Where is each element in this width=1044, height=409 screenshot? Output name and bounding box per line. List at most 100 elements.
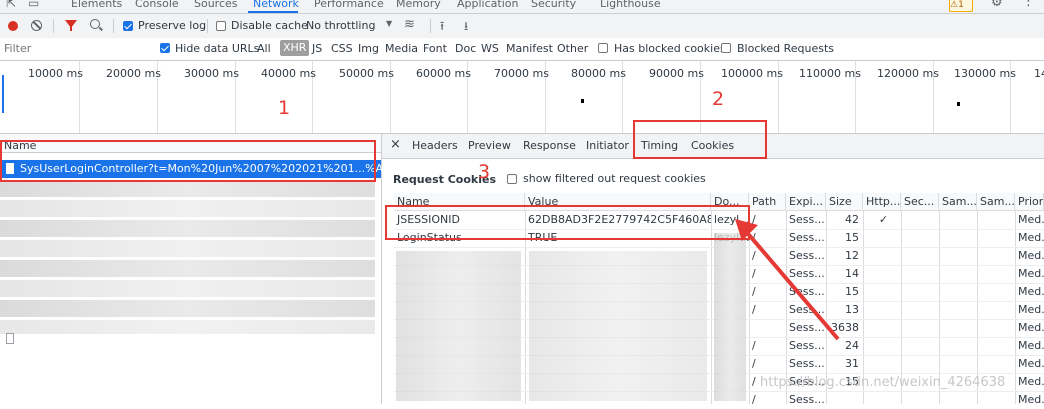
inspect-icon[interactable]: ⇱	[6, 0, 16, 10]
cookie-priority: Med...	[1018, 393, 1044, 406]
blurred-request-row	[0, 200, 375, 217]
column-header-expires[interactable]: Expi...	[786, 193, 826, 211]
disable-cache-checkbox[interactable]	[216, 21, 226, 31]
preserve-log-checkbox[interactable]	[123, 21, 133, 31]
devtools-tab-strip: ⇱ ▭ Elements Console Sources Network Per…	[0, 0, 1044, 14]
type-filter-all[interactable]: All	[257, 42, 271, 56]
blocked-requests-label: Blocked Requests	[737, 42, 835, 55]
timeline-tick: 110000 ms	[799, 67, 861, 80]
cookie-size: 31	[845, 357, 859, 370]
timeline-overview[interactable]: 10000 ms 20000 ms 30000 ms 40000 ms 5000…	[0, 61, 1044, 134]
timeline-tick: 80000 ms	[571, 67, 626, 80]
warning-badge[interactable]: ⚠1	[949, 0, 973, 12]
timeline-tick: 14	[1034, 67, 1044, 80]
tab-response[interactable]: Response	[523, 139, 576, 152]
search-icon[interactable]	[90, 19, 103, 31]
blocked-requests-checkbox[interactable]	[721, 43, 731, 53]
network-conditions-icon[interactable]: ≋	[404, 17, 415, 32]
blurred-cookie-names	[396, 251, 521, 401]
cookie-priority: Med...	[1018, 267, 1044, 280]
timeline-tick: 50000 ms	[339, 67, 394, 80]
column-header-sameparty[interactable]: Sam...	[977, 193, 1015, 211]
hide-data-urls-checkbox[interactable]	[160, 43, 170, 53]
type-filter-css[interactable]: CSS	[331, 42, 353, 56]
type-filter-media[interactable]: Media	[385, 42, 418, 56]
cookie-priority: Med...	[1018, 285, 1044, 298]
active-tab-indicator	[248, 11, 298, 13]
cookie-priority: Med...	[1018, 303, 1044, 316]
timeline-tick: 20000 ms	[106, 67, 161, 80]
tab-sources[interactable]: Sources	[194, 0, 238, 13]
column-header-httponly[interactable]: Http...	[863, 193, 901, 211]
timeline-tick: 130000 ms	[954, 67, 1016, 80]
column-header-priority[interactable]: Prior...	[1015, 193, 1044, 211]
annotation-arrow	[735, 219, 840, 341]
column-header-samesite[interactable]: Sam...	[939, 193, 977, 211]
tab-elements[interactable]: Elements	[71, 0, 122, 13]
more-options-icon[interactable]: ⋮	[1022, 0, 1035, 9]
network-filter-bar: Hide data URLs All XHR JS CSS Img Media …	[0, 38, 1044, 61]
tab-initiator[interactable]: Initiator	[586, 139, 629, 152]
export-har-icon[interactable]: ⭳	[464, 17, 468, 38]
timeline-tick: 100000 ms	[721, 67, 783, 80]
blurred-request-row	[0, 240, 375, 257]
has-blocked-cookies-checkbox[interactable]	[598, 43, 608, 53]
timeline-request-mark	[581, 99, 584, 103]
settings-icon[interactable]: ⚙	[991, 0, 1003, 10]
import-har-icon[interactable]: ⭱	[440, 17, 444, 38]
timeline-tick: 90000 ms	[649, 67, 704, 80]
tab-lighthouse[interactable]: Lighthouse	[600, 0, 661, 13]
request-list: Name SysUserLoginController?t=Mon%20Jun%…	[0, 134, 426, 404]
filter-input[interactable]	[2, 41, 156, 56]
type-filter-ws[interactable]: WS	[481, 42, 499, 56]
cookie-priority: Med...	[1018, 249, 1044, 262]
column-header-path[interactable]: Path	[749, 193, 786, 211]
tab-memory[interactable]: Memory	[396, 0, 441, 13]
blurred-request-row	[0, 180, 375, 197]
tab-headers[interactable]: Headers	[412, 139, 458, 152]
timeline-tick: 120000 ms	[877, 67, 939, 80]
tab-performance[interactable]: Performance	[314, 0, 384, 13]
record-icon[interactable]	[8, 21, 18, 31]
timeline-tick: 30000 ms	[184, 67, 239, 80]
column-header-size[interactable]: Size	[826, 193, 863, 211]
type-filter-other[interactable]: Other	[557, 42, 588, 56]
throttling-select[interactable]: No throttling	[306, 19, 375, 33]
timeline-tick: 10000 ms	[28, 67, 83, 80]
hide-data-urls-label: Hide data URLs	[175, 42, 260, 55]
warning-icon: ⚠	[950, 0, 959, 10]
cookie-priority: Med...	[1018, 213, 1044, 226]
clear-icon[interactable]	[31, 20, 42, 31]
blurred-request-row	[0, 260, 375, 277]
tab-preview[interactable]: Preview	[468, 139, 511, 152]
type-filter-img[interactable]: Img	[358, 42, 379, 56]
blurred-request-row	[0, 320, 375, 334]
blurred-cookie-values	[529, 251, 707, 401]
cookie-priority: Med...	[1018, 357, 1044, 370]
blurred-request-row	[0, 220, 375, 237]
timeline-tick: 60000 ms	[416, 67, 471, 80]
type-filter-doc[interactable]: Doc	[455, 42, 476, 56]
close-icon[interactable]: ×	[390, 137, 401, 152]
type-filter-js[interactable]: JS	[312, 42, 322, 56]
cookie-path: /	[752, 357, 756, 370]
type-filter-font[interactable]: Font	[423, 42, 447, 56]
cookie-httponly: ✓	[878, 213, 889, 226]
cookie-priority: Med...	[1018, 375, 1044, 388]
annotation-number-1: 1	[278, 97, 291, 119]
tab-security[interactable]: Security	[531, 0, 576, 13]
warning-count: 1	[958, 0, 964, 10]
show-filtered-cookies-checkbox[interactable]	[507, 174, 517, 184]
cookie-expires: Sess...	[789, 393, 825, 406]
timeline-tick: 70000 ms	[494, 67, 549, 80]
tab-application[interactable]: Application	[457, 0, 518, 13]
type-filter-xhr[interactable]: XHR	[280, 40, 310, 56]
xhr-file-icon	[6, 333, 14, 344]
column-header-secure[interactable]: Sec...	[901, 193, 939, 211]
timeline-start-marker	[2, 75, 4, 113]
tab-console[interactable]: Console	[135, 0, 179, 13]
device-toggle-icon[interactable]: ▭	[28, 0, 39, 10]
type-filter-manifest[interactable]: Manifest	[506, 42, 553, 56]
annotation-number-3: 3	[478, 161, 491, 183]
chevron-down-icon[interactable]: ▼	[386, 19, 392, 28]
